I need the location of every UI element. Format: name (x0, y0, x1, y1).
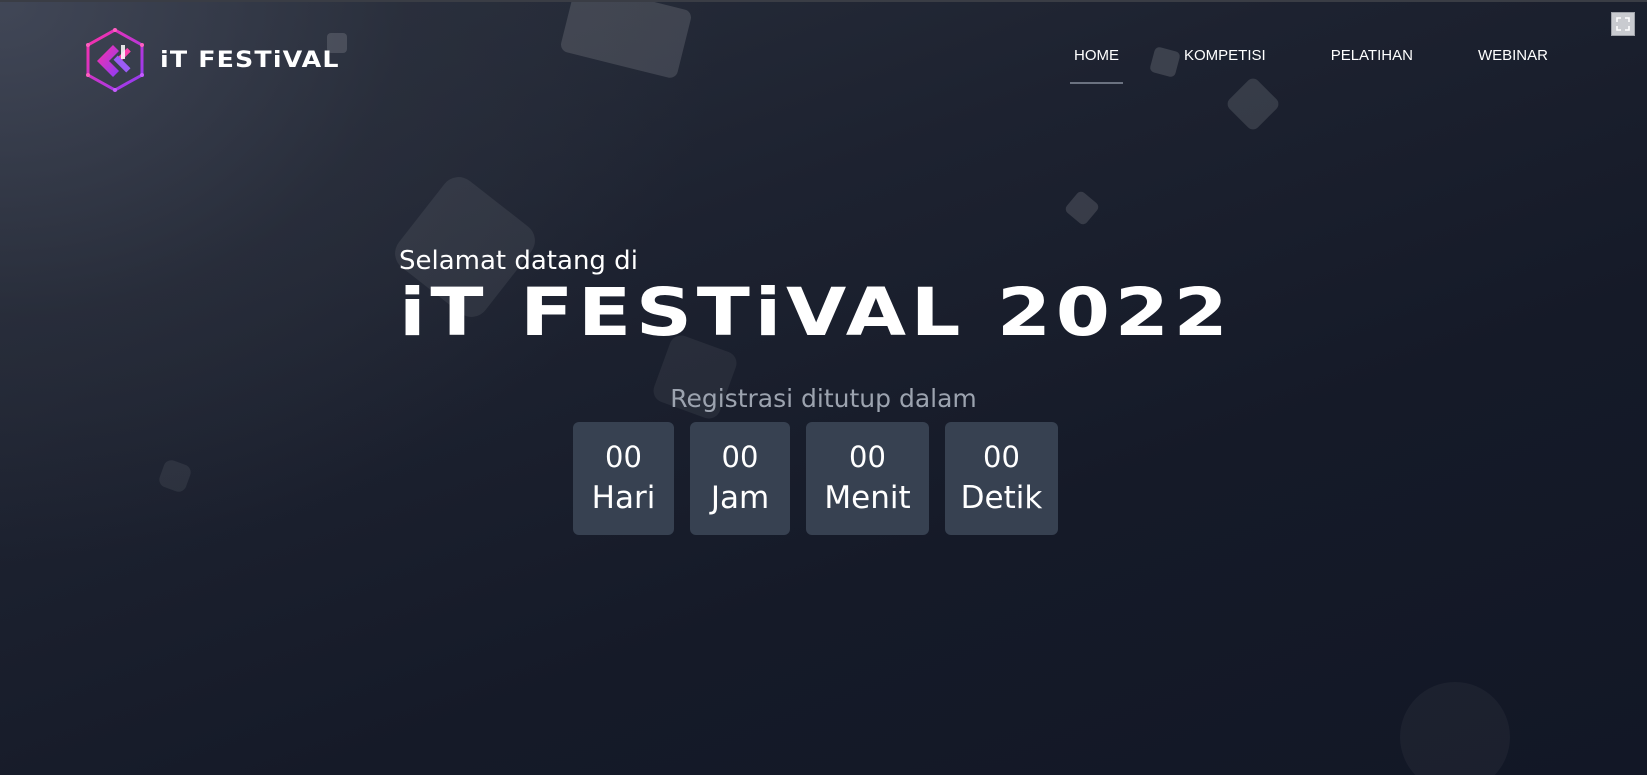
decorative-shape (1224, 75, 1282, 133)
landing-page: iT FESTiVAL HOME KOMPETISI PELATIHAN WEB… (0, 0, 1647, 775)
countdown-unit: Detik (960, 479, 1043, 516)
site-logo[interactable]: iT FESTiVAL (83, 27, 339, 93)
countdown-unit: Jam (710, 479, 770, 516)
hero-title: iT FESTiVAL 2022 (399, 274, 1233, 351)
decorative-shape (157, 458, 193, 494)
nav-item-home[interactable]: HOME (1070, 45, 1123, 84)
countdown-timer: 00 Hari 00 Jam 00 Menit 00 Detik (573, 422, 1058, 535)
brand-name: iT FESTiVAL (160, 47, 340, 73)
decorative-shape (1400, 682, 1510, 775)
nav-item-kompetisi[interactable]: KOMPETISI (1180, 45, 1270, 66)
it-festival-hexagon-logo-icon (86, 28, 144, 92)
countdown-unit: Hari (591, 479, 656, 516)
nav-item-webinar[interactable]: WEBINAR (1474, 45, 1552, 66)
countdown-label: Registrasi ditutup dalam (670, 384, 977, 413)
countdown-seconds: 00 Detik (945, 422, 1058, 535)
decorative-shape (1063, 189, 1101, 227)
nav-item-pelatihan[interactable]: PELATIHAN (1327, 45, 1417, 66)
expand-icon (1616, 17, 1630, 31)
countdown-days: 00 Hari (573, 422, 674, 535)
countdown-value: 00 (605, 439, 642, 474)
decorative-shape (559, 2, 693, 80)
countdown-value: 00 (721, 439, 759, 474)
main-nav: HOME KOMPETISI PELATIHAN WEBINAR (1070, 45, 1552, 84)
countdown-minutes: 00 Menit (806, 422, 929, 535)
hero-greeting: Selamat datang di (399, 246, 638, 276)
countdown-value: 00 (983, 439, 1020, 474)
countdown-hours: 00 Jam (690, 422, 790, 535)
countdown-value: 00 (849, 439, 886, 474)
countdown-unit: Menit (824, 479, 911, 516)
hero-section: Selamat datang di iT FESTiVAL 2022 (399, 246, 1249, 346)
fullscreen-button[interactable] (1611, 12, 1635, 36)
